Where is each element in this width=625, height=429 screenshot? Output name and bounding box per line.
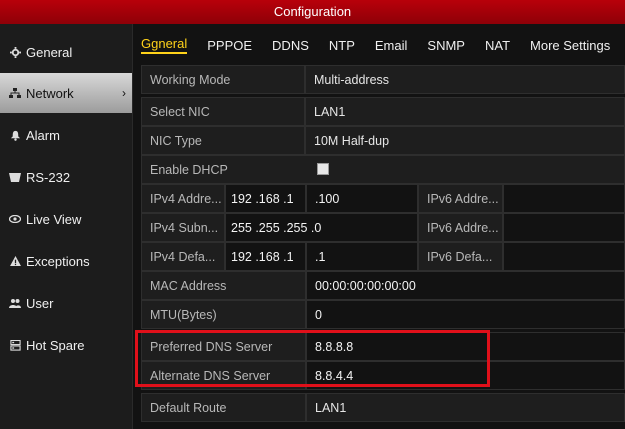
alternate-dns-input[interactable]: 8.8.4.4 [306, 361, 625, 390]
ipv4-gateway-input[interactable]: 192 .168 .1 [225, 242, 306, 271]
eye-icon [8, 212, 22, 226]
sidebar-item-label: Hot Spare [26, 337, 85, 353]
enable-dhcp-label: Enable DHCP [141, 155, 625, 184]
working-mode-label: Working Mode [141, 65, 305, 94]
sidebar-item-rs232[interactable]: RS-232 [0, 157, 132, 197]
ipv6-address-1-label: IPv6 Addre... [418, 184, 503, 213]
sidebar-item-exceptions[interactable]: Exceptions [0, 241, 132, 281]
mtu-input[interactable]: 0 [306, 300, 625, 329]
working-mode-row: Working Mode Multi-address [141, 65, 625, 94]
warning-icon [8, 254, 22, 268]
default-route-row: Default Route LAN1 [141, 393, 625, 422]
ipv4-subnet-row: IPv4 Subn... 255 .255 .255 .0 IPv6 Addre… [141, 213, 625, 242]
default-route-dropdown[interactable]: LAN1 [306, 393, 625, 422]
sidebar-item-network[interactable]: Network › [0, 73, 132, 113]
tab-ntp[interactable]: NTP [329, 38, 355, 53]
tab-general[interactable]: Ggneral [141, 36, 188, 54]
preferred-dns-input[interactable]: 8.8.8.8 [306, 332, 625, 361]
mac-address-row: MAC Address 00:00:00:00:00:00 [141, 271, 625, 300]
tab-snmp[interactable]: SNMP [427, 38, 465, 53]
ipv6-gateway-label: IPv6 Defa... [418, 242, 503, 271]
tab-bar: Ggneral PPPOE DDNS NTP Email SNMP NAT Mo… [133, 30, 625, 60]
serial-icon [8, 170, 22, 184]
alternate-dns-row: Alternate DNS Server 8.8.4.4 [141, 361, 625, 390]
tab-nat[interactable]: NAT [485, 38, 510, 53]
ipv4-gateway-label: IPv4 Defa... [141, 242, 225, 271]
sidebar-item-label: Alarm [26, 127, 60, 143]
alarm-icon [8, 128, 22, 142]
tab-pppoe[interactable]: PPPOE [207, 38, 252, 53]
sidebar-item-general[interactable]: General [0, 32, 132, 72]
sidebar-item-live-view[interactable]: Live View [0, 199, 132, 239]
sidebar: General Network › Alarm RS-232 Live View… [0, 24, 133, 429]
sidebar-item-hot-spare[interactable]: Hot Spare [0, 325, 132, 365]
sidebar-item-label: General [26, 44, 73, 60]
select-nic-label: Select NIC [141, 97, 305, 126]
ipv6-address-2-label: IPv6 Addre... [418, 213, 503, 242]
preferred-dns-label: Preferred DNS Server [141, 332, 306, 361]
sidebar-item-label: RS-232 [26, 169, 71, 185]
server-icon [8, 338, 22, 352]
sidebar-item-label: User [26, 295, 54, 311]
tab-email[interactable]: Email [375, 38, 408, 53]
ipv4-gateway-row: IPv4 Defa... 192 .168 .1 .1 IPv6 Defa... [141, 242, 625, 271]
sidebar-item-alarm[interactable]: Alarm [0, 115, 132, 155]
ipv4-address-label: IPv4 Addre... [141, 184, 225, 213]
preferred-dns-row: Preferred DNS Server 8.8.8.8 [141, 332, 625, 361]
ipv4-subnet-input[interactable]: 255 .255 .255 .0 [225, 213, 418, 242]
nic-type-label: NIC Type [141, 126, 305, 155]
mac-address-value: 00:00:00:00:00:00 [306, 271, 625, 300]
default-route-label: Default Route [141, 393, 306, 422]
users-icon [8, 296, 22, 310]
ipv4-subnet-label: IPv4 Subn... [141, 213, 225, 242]
select-nic-row: Select NIC LAN1 [141, 97, 625, 126]
mtu-row: MTU(Bytes) 0 [141, 300, 625, 329]
gear-icon [8, 45, 22, 59]
ipv4-address-row: IPv4 Addre... 192 .168 .1 .100 IPv6 Addr… [141, 184, 625, 213]
tab-more-settings[interactable]: More Settings [530, 38, 610, 53]
ipv6-gateway-value [503, 242, 625, 271]
window-title: Configuration [0, 0, 625, 24]
ipv6-address-1-value [503, 184, 625, 213]
ipv4-gateway-octet-input[interactable]: .1 [306, 242, 418, 271]
mac-address-label: MAC Address [141, 271, 306, 300]
mtu-label: MTU(Bytes) [141, 300, 306, 329]
ipv4-address-octet-input[interactable]: .100 [306, 184, 418, 213]
network-icon [8, 86, 22, 100]
chevron-right-icon: › [122, 86, 126, 100]
sidebar-item-label: Network [26, 85, 74, 101]
enable-dhcp-row: Enable DHCP [141, 155, 625, 184]
ipv4-address-input[interactable]: 192 .168 .1 [225, 184, 306, 213]
sidebar-item-label: Exceptions [26, 253, 90, 269]
network-general-form: Working Mode Multi-address Select NIC LA… [141, 63, 625, 429]
alternate-dns-label: Alternate DNS Server [141, 361, 306, 390]
working-mode-select[interactable]: Multi-address [305, 65, 625, 94]
select-nic-dropdown[interactable]: LAN1 [305, 97, 625, 126]
enable-dhcp-checkbox[interactable] [317, 163, 329, 175]
tab-ddns[interactable]: DDNS [272, 38, 309, 53]
sidebar-item-label: Live View [26, 211, 82, 227]
nic-type-row: NIC Type 10M Half-dup [141, 126, 625, 155]
nic-type-dropdown[interactable]: 10M Half-dup [305, 126, 625, 155]
sidebar-item-user[interactable]: User [0, 283, 132, 323]
ipv6-address-2-value [503, 213, 625, 242]
